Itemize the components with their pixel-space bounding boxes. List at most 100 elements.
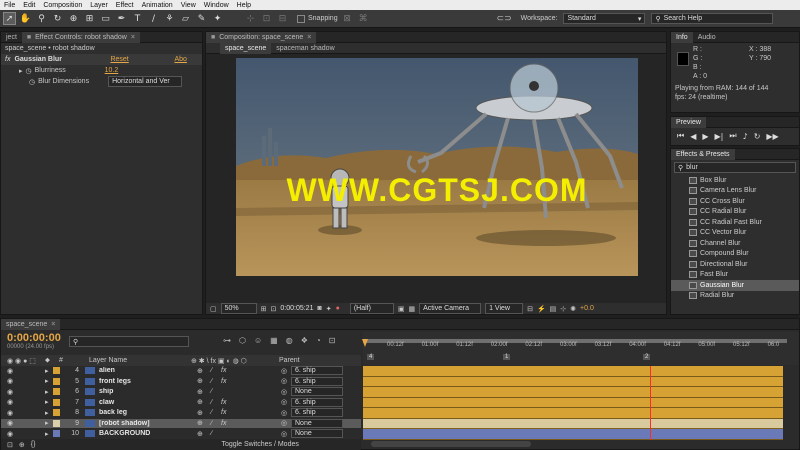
effect-item[interactable]: Directional Blur (671, 259, 799, 270)
tab-composition[interactable]: ■ Composition: space_scene × (206, 31, 317, 43)
fast-previews-icon[interactable]: ⚡ (537, 305, 546, 313)
current-time[interactable]: 0:00:05:21 (280, 305, 313, 312)
menu-item-effect[interactable]: Effect (112, 2, 138, 9)
parent-select[interactable]: 6. ship (291, 408, 343, 418)
quality-switch-icon[interactable]: ∕ (211, 367, 221, 374)
layer-duration-bar[interactable] (363, 376, 783, 387)
layer-row[interactable]: ◉ ▸ 9 [robot shadow] ⊕ ∕ fx ◎ None (1, 418, 361, 429)
region-icon[interactable]: ▢ (210, 305, 217, 313)
eye-icon[interactable]: ◉ (1, 388, 13, 396)
graph-editor-icon[interactable]: ⊡ (329, 336, 336, 345)
parent-pickwhip-icon[interactable]: ◎ (281, 388, 291, 396)
in-out-icon[interactable]: {} (31, 441, 36, 448)
label-color[interactable] (53, 409, 60, 417)
blur-dimensions-select[interactable]: Horizontal and Ver (108, 76, 183, 87)
quality-switch-icon[interactable]: ∕ (211, 388, 221, 395)
effect-item[interactable]: CC Radial Fast Blur (671, 217, 799, 228)
fx-switch-icon[interactable]: fx (221, 409, 233, 416)
parent-select[interactable]: None (291, 387, 343, 397)
clone-stamp-tool-icon[interactable]: ⚘ (163, 12, 176, 25)
effect-item[interactable]: Fast Blur (671, 270, 799, 281)
expand-arrow-icon[interactable]: ▸ (19, 67, 23, 75)
expand-arrow-icon[interactable]: ▸ (45, 430, 53, 438)
expand-arrow-icon[interactable]: ▸ (45, 419, 53, 427)
quality-switch-icon[interactable]: ∕ (211, 409, 221, 416)
about-link[interactable]: Abo (174, 56, 186, 63)
expand-arrow-icon[interactable]: ▸ (45, 388, 53, 396)
quality-switch-icon[interactable]: ∕ (211, 399, 221, 406)
lock-icon[interactable]: ■ (211, 34, 215, 41)
parent-pickwhip-icon[interactable]: ◎ (281, 367, 291, 375)
effect-item[interactable]: Compound Blur (671, 249, 799, 260)
composition-marker[interactable]: 2 (643, 354, 651, 360)
layer-row[interactable]: ◉ ▸ 4 alien ⊕ ∕ fx ◎ 6. ship (1, 366, 361, 377)
previous-frame-icon[interactable]: ◀ (690, 132, 696, 141)
parent-select[interactable]: None (291, 418, 343, 428)
effect-item[interactable]: Box Blur (671, 175, 799, 186)
composition-mini-flowchart-icon[interactable]: ⊶ (223, 336, 231, 345)
composition-viewer[interactable] (236, 58, 638, 276)
tab-effect-controls[interactable]: ■ Effect Controls: robot shadow × (21, 31, 140, 43)
layer-name[interactable]: back leg (99, 409, 197, 416)
brush-tool-icon[interactable]: ∕ (147, 12, 160, 25)
next-frame-icon[interactable]: ▶| (715, 132, 724, 141)
first-frame-icon[interactable]: ⏮ (677, 131, 684, 141)
tab-audio[interactable]: Audio (693, 32, 721, 43)
menu-item-view[interactable]: View (177, 2, 200, 9)
parent-pickwhip-icon[interactable]: ◎ (281, 409, 291, 417)
parent-pickwhip-icon[interactable]: ◎ (281, 419, 291, 427)
safe-zones-icon[interactable]: ⊞ (261, 305, 267, 313)
layer-row[interactable]: ◉ ▸ 8 back leg ⊕ ∕ fx ◎ 6. ship (1, 408, 361, 419)
expand-arrow-icon[interactable]: ▸ (45, 377, 53, 385)
auto-keyframe-icon[interactable]: ◔ (316, 336, 321, 345)
quality-switch-icon[interactable]: ∕ (211, 378, 221, 385)
label-color[interactable] (53, 377, 60, 385)
draft-3d-icon[interactable]: ⬡ (239, 336, 246, 345)
rectangle-tool-icon[interactable]: ▭ (99, 12, 112, 25)
brainstorm-icon[interactable]: ❖ (301, 336, 308, 345)
menu-item-help[interactable]: Help (233, 2, 255, 9)
axis-view-icon[interactable]: ⊟ (276, 12, 289, 25)
close-icon[interactable]: × (51, 321, 55, 328)
mask-icon[interactable]: ⊡ (271, 305, 277, 313)
zoom-tool-icon[interactable]: ⚲ (35, 12, 48, 25)
eraser-tool-icon[interactable]: ▱ (179, 12, 192, 25)
ram-preview-icon[interactable]: ▶▶ (766, 132, 778, 141)
camera-select[interactable]: Active Camera (419, 303, 482, 314)
parent-select[interactable]: None (291, 429, 343, 439)
stopwatch-icon[interactable]: ◷ (26, 67, 32, 75)
hand-tool-icon[interactable]: ✋ (19, 12, 32, 25)
motion-blur-icon[interactable]: ◍ (286, 336, 293, 345)
label-color[interactable] (53, 388, 60, 396)
parent-select[interactable]: 6. ship (291, 376, 343, 386)
layer-duration-bar[interactable] (363, 429, 783, 440)
menu-item-animation[interactable]: Animation (138, 2, 177, 9)
close-icon[interactable]: × (307, 34, 311, 41)
menu-item-composition[interactable]: Composition (39, 2, 86, 9)
zoom-select[interactable]: 50% (220, 303, 257, 314)
label-color[interactable] (53, 419, 60, 427)
axis-local-icon[interactable]: ⊹ (244, 12, 257, 25)
layer-switches-icon[interactable]: ⊡ (7, 441, 13, 449)
fx-badge-icon[interactable]: fx (5, 56, 10, 63)
layer-duration-bar[interactable] (363, 418, 783, 429)
menu-item-file[interactable]: File (0, 2, 19, 9)
label-color[interactable] (53, 430, 60, 438)
toggle-pixel-aspect-icon[interactable]: ⊟ (527, 305, 533, 313)
frame-blending-icon[interactable]: ▦ (270, 336, 278, 345)
last-frame-icon[interactable]: ⏭ (729, 131, 736, 141)
layer-name[interactable]: ship (99, 388, 197, 395)
fx-switch-icon[interactable]: fx (221, 420, 233, 427)
play-icon[interactable]: ▶ (702, 132, 708, 141)
transfer-controls-icon[interactable]: ⊕ (19, 441, 25, 449)
stopwatch-icon[interactable]: ◷ (29, 78, 35, 86)
composition-marker[interactable]: 4 (367, 354, 375, 360)
effect-item[interactable]: CC Cross Blur (671, 196, 799, 207)
lock-icon[interactable]: ■ (27, 34, 31, 41)
quality-switch-icon[interactable]: ∕ (211, 420, 221, 427)
show-snapshot-icon[interactable]: ✦ (326, 305, 332, 313)
exposure-value[interactable]: +0.0 (580, 305, 594, 312)
effect-item[interactable]: Radial Blur (671, 291, 799, 302)
expand-arrow-icon[interactable]: ▸ (45, 367, 53, 375)
current-time-indicator[interactable] (650, 366, 651, 440)
